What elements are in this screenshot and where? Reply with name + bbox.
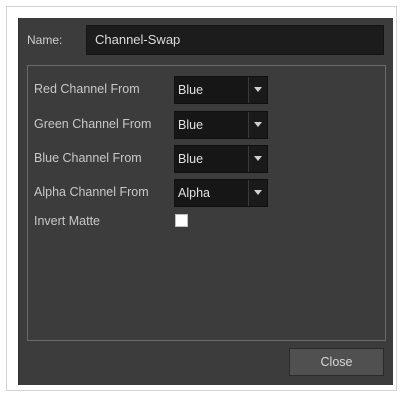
blue-channel-dropdown[interactable]: Blue <box>174 145 268 173</box>
channel-swap-dialog: Name: Channel-Swap Red Channel From Blue… <box>18 18 393 385</box>
chevron-down-icon[interactable] <box>248 112 267 138</box>
alpha-channel-dropdown[interactable]: Alpha <box>174 179 268 207</box>
blue-channel-value: Blue <box>178 152 204 166</box>
invert-matte-label: Invert Matte <box>34 214 100 228</box>
close-button[interactable]: Close <box>289 348 384 376</box>
alpha-channel-label: Alpha Channel From <box>34 185 149 199</box>
name-field[interactable]: Channel-Swap <box>86 25 384 55</box>
alpha-channel-value: Alpha <box>178 186 210 200</box>
red-channel-dropdown[interactable]: Blue <box>174 76 268 104</box>
green-channel-label: Green Channel From <box>34 117 152 131</box>
green-channel-dropdown[interactable]: Blue <box>174 111 268 139</box>
name-label: Name: <box>27 33 63 47</box>
red-channel-value: Blue <box>178 83 204 97</box>
channel-settings-group: Red Channel From Blue Green Channel From… <box>27 65 386 341</box>
chevron-down-icon[interactable] <box>248 77 267 103</box>
blue-channel-label: Blue Channel From <box>34 151 142 165</box>
invert-matte-checkbox[interactable] <box>175 214 188 227</box>
chevron-down-icon[interactable] <box>248 180 267 206</box>
green-channel-value: Blue <box>178 118 204 132</box>
chevron-down-icon[interactable] <box>248 146 267 172</box>
red-channel-label: Red Channel From <box>34 82 140 96</box>
